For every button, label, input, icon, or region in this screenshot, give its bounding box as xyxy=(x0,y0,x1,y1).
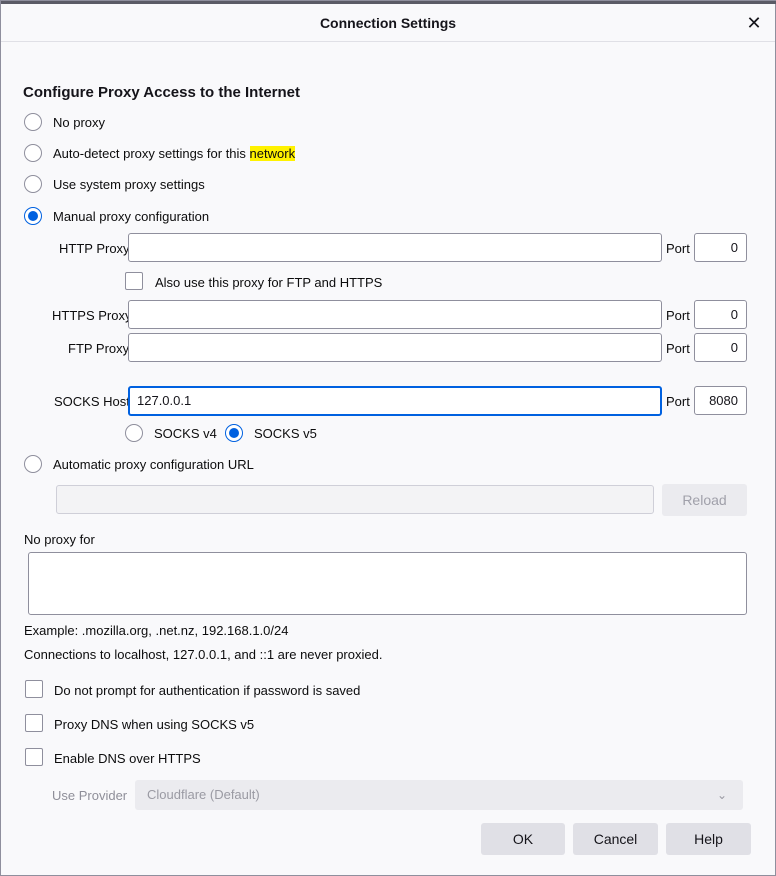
socks-host-label: SOCKS Host xyxy=(54,394,130,409)
connection-settings-dialog: Connection Settings ✕ Configure Proxy Ac… xyxy=(0,0,776,876)
reload-button[interactable]: Reload xyxy=(662,484,747,516)
close-icon[interactable]: ✕ xyxy=(743,12,765,34)
no-auth-prompt-label: Do not prompt for authentication if pass… xyxy=(54,683,361,698)
ftp-port-input[interactable]: 0 xyxy=(694,333,747,362)
title-bar: Connection Settings ✕ xyxy=(1,4,775,42)
ftp-proxy-label: FTP Proxy xyxy=(68,341,130,356)
http-port-input[interactable]: 0 xyxy=(694,233,747,262)
socks-port-input[interactable]: 8080 xyxy=(694,386,747,415)
also-use-proxy-label: Also use this proxy for FTP and HTTPS xyxy=(155,275,383,290)
proxy-dns-checkbox[interactable] xyxy=(25,714,43,732)
https-proxy-label: HTTPS Proxy xyxy=(52,308,132,323)
socks-v4-label: SOCKS v4 xyxy=(154,426,217,441)
ok-button[interactable]: OK xyxy=(481,823,565,855)
auto-config-url-label: Automatic proxy configuration URL xyxy=(53,457,254,472)
http-proxy-label: HTTP Proxy xyxy=(59,241,130,256)
proxy-dns-label: Proxy DNS when using SOCKS v5 xyxy=(54,717,255,732)
dns-over-https-checkbox[interactable] xyxy=(25,748,43,766)
chevron-down-icon: ⌄ xyxy=(716,788,727,802)
no-proxy-radio[interactable] xyxy=(24,113,42,131)
provider-select-value: Cloudflare (Default) xyxy=(147,787,260,802)
socks-v5-label: SOCKS v5 xyxy=(254,426,317,441)
manual-proxy-label: Manual proxy configuration xyxy=(53,209,210,224)
socks-host-input[interactable]: 127.0.0.1 xyxy=(128,386,662,416)
http-proxy-input[interactable] xyxy=(128,233,662,262)
dns-over-https-label: Enable DNS over HTTPS xyxy=(54,751,201,766)
ftp-port-label: Port xyxy=(666,341,690,356)
system-proxy-label: Use system proxy settings xyxy=(53,177,205,192)
ftp-proxy-input[interactable] xyxy=(128,333,662,362)
search-highlight: network xyxy=(249,146,296,161)
system-proxy-radio[interactable] xyxy=(24,175,42,193)
https-port-input[interactable]: 0 xyxy=(694,300,747,329)
socks-v4-radio[interactable] xyxy=(125,424,143,442)
socks-v5-radio[interactable] xyxy=(225,424,243,442)
http-port-label: Port xyxy=(666,241,690,256)
no-proxy-for-textarea[interactable] xyxy=(28,552,747,615)
no-auth-prompt-checkbox[interactable] xyxy=(25,680,43,698)
auto-config-url-radio[interactable] xyxy=(24,455,42,473)
auto-detect-radio[interactable] xyxy=(24,144,42,162)
provider-select[interactable]: Cloudflare (Default) ⌄ xyxy=(135,780,743,810)
socks-port-label: Port xyxy=(666,394,690,409)
help-button[interactable]: Help xyxy=(666,823,751,855)
no-proxy-example: Example: .mozilla.org, .net.nz, 192.168.… xyxy=(24,623,289,638)
also-use-proxy-checkbox[interactable] xyxy=(125,272,143,290)
auto-detect-label-text: Auto-detect proxy settings for this xyxy=(53,146,250,161)
localhost-note: Connections to localhost, 127.0.0.1, and… xyxy=(24,647,383,662)
auto-config-url-input[interactable] xyxy=(56,485,654,514)
no-proxy-for-label: No proxy for xyxy=(24,532,95,547)
https-port-label: Port xyxy=(666,308,690,323)
section-heading: Configure Proxy Access to the Internet xyxy=(23,84,301,101)
https-proxy-input[interactable] xyxy=(128,300,662,329)
use-provider-label: Use Provider xyxy=(52,788,128,803)
no-proxy-label: No proxy xyxy=(53,115,106,130)
cancel-button[interactable]: Cancel xyxy=(573,823,658,855)
dialog-title: Connection Settings xyxy=(319,15,457,31)
manual-proxy-radio[interactable] xyxy=(24,207,42,225)
auto-detect-label: Auto-detect proxy settings for this netw… xyxy=(53,146,296,161)
